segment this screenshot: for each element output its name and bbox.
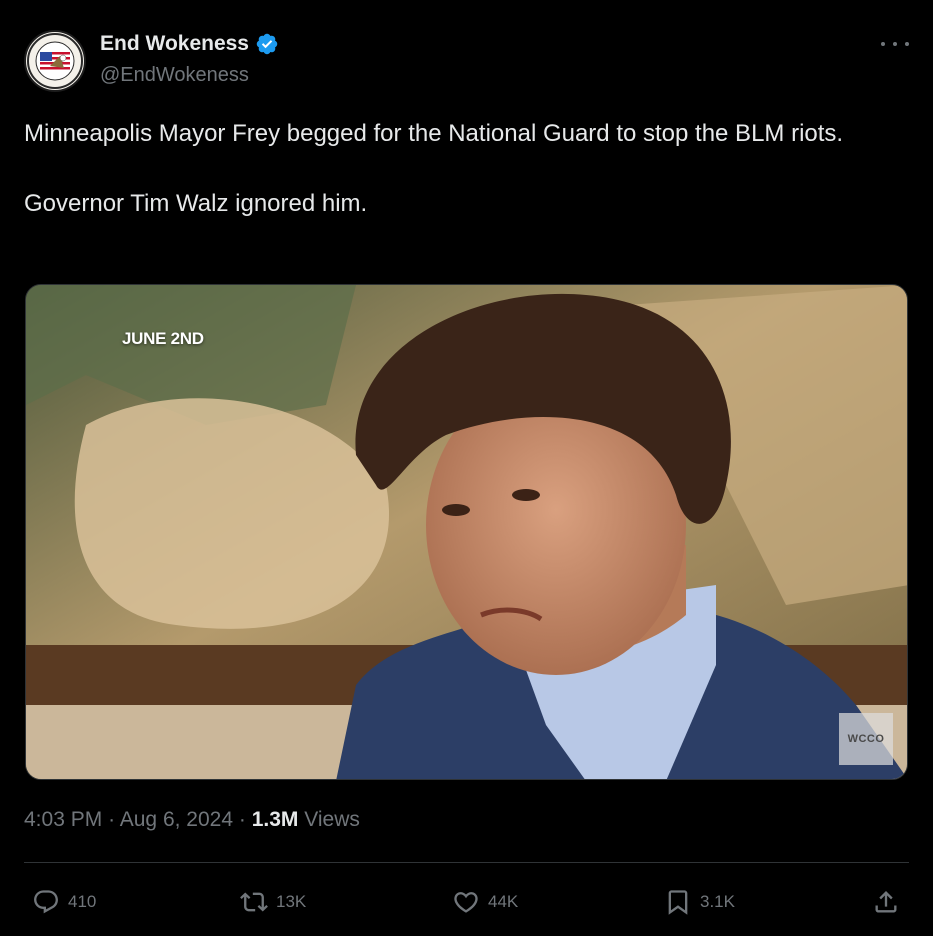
share-button[interactable]: [872, 882, 900, 922]
tweet-date[interactable]: Aug 6, 2024: [120, 808, 233, 831]
bookmark-button[interactable]: 3.1K: [664, 882, 735, 922]
tweet-text: Minneapolis Mayor Frey begged for the Na…: [24, 116, 904, 221]
like-count: 44K: [488, 892, 519, 911]
share-icon: [875, 891, 897, 913]
tweet-card: End Wokeness @EndWokeness Minneapolis Ma…: [0, 0, 933, 936]
avatar-badge-icon: [27, 33, 83, 89]
tweet-meta: 4:03 PM · Aug 6, 2024 · 1.3M Views: [24, 808, 360, 832]
avatar[interactable]: [24, 30, 86, 92]
action-bar: 410 13K 44K 3.1K: [24, 882, 909, 922]
reply-button[interactable]: 410: [32, 882, 96, 922]
channel-watermark: WCCO: [839, 713, 893, 765]
video-date-overlay: JUNE 2ND: [122, 329, 204, 348]
reply-count: 410: [68, 892, 97, 911]
tweet-paragraph: Governor Tim Walz ignored him.: [24, 190, 368, 217]
video-frame-image: [26, 285, 907, 779]
heart-icon: [454, 892, 478, 913]
more-options-icon[interactable]: [881, 34, 909, 54]
repost-icon: [240, 892, 268, 912]
author-name-row[interactable]: End Wokeness: [100, 32, 279, 56]
tweet-video[interactable]: JUNE 2ND WCCO: [25, 284, 908, 780]
like-button[interactable]: 44K: [452, 882, 518, 922]
bookmark-count: 3.1K: [700, 892, 735, 911]
views-label: Views: [304, 808, 360, 831]
repost-count: 13K: [276, 892, 307, 911]
author-display-name[interactable]: End Wokeness: [100, 32, 249, 56]
reply-icon: [34, 890, 58, 914]
meta-separator: ·: [238, 808, 246, 831]
tweet-time[interactable]: 4:03 PM: [24, 808, 102, 831]
views-count: 1.3M: [251, 808, 299, 831]
verified-badge-icon: [256, 33, 278, 55]
tweet-paragraph: Minneapolis Mayor Frey begged for the Na…: [24, 120, 844, 147]
divider: [24, 862, 909, 863]
meta-separator: ·: [108, 808, 116, 831]
author-handle[interactable]: @EndWokeness: [100, 64, 249, 87]
bookmark-icon: [668, 890, 688, 915]
repost-button[interactable]: 13K: [240, 882, 306, 922]
